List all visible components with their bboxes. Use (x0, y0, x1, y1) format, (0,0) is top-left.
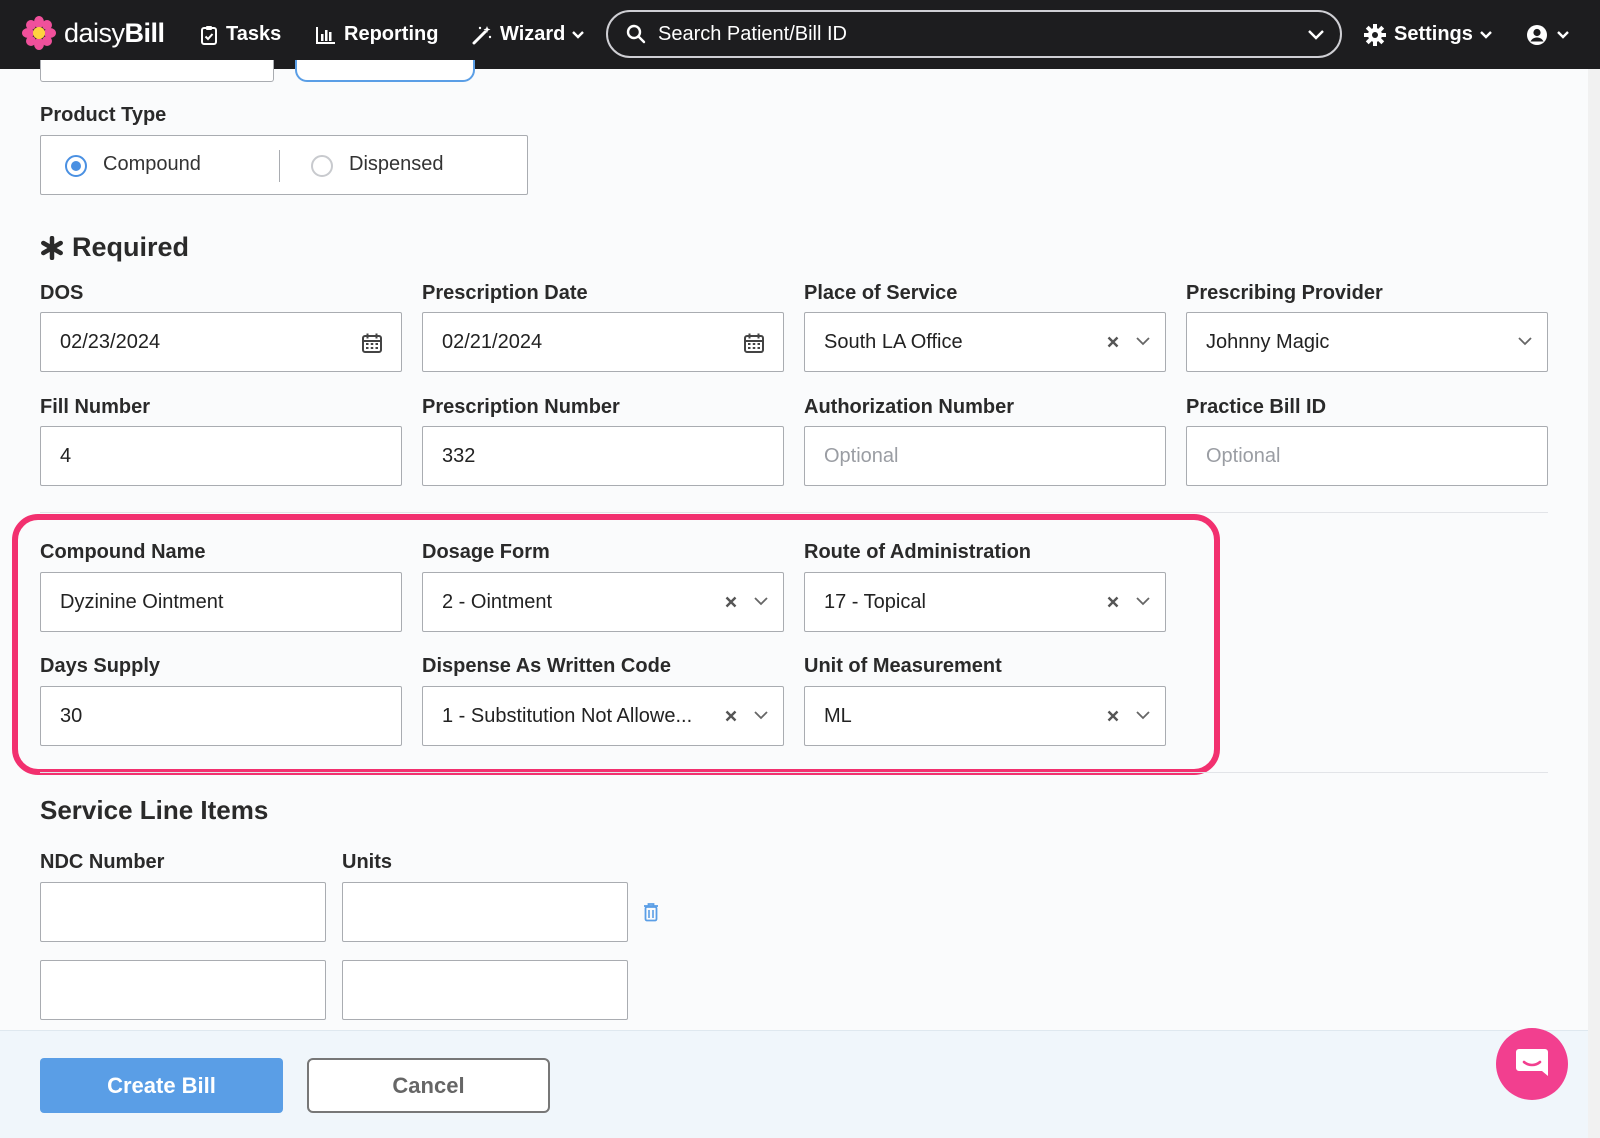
chevron-down-icon[interactable] (1135, 335, 1151, 347)
prescription-number-input[interactable]: 332 (422, 426, 784, 486)
authorization-number-label: Authorization Number (804, 396, 1014, 418)
top-nav: daisyBill Tasks Reporting Wizard Search … (0, 0, 1600, 69)
dos-label: DOS (40, 282, 84, 304)
authorization-number-input[interactable]: Optional (804, 426, 1166, 486)
prescription-date-input[interactable]: 02/21/2024 (422, 312, 784, 372)
service-line-items-title: Service Line Items (40, 795, 269, 825)
search-icon (626, 24, 646, 44)
chat-icon (1516, 1049, 1548, 1076)
radio-dispensed[interactable] (311, 155, 333, 177)
radio-separator (279, 150, 280, 182)
chevron-down-icon (1480, 30, 1492, 39)
partial-field-top (40, 60, 274, 82)
required-title-text: Required (72, 232, 190, 262)
radio-compound[interactable] (65, 155, 87, 177)
chevron-down-icon[interactable] (1517, 335, 1533, 347)
chevron-down-icon (572, 30, 585, 39)
prescribing-provider-value: Johnny Magic (1206, 330, 1330, 353)
product-type-radio-group: Compound Dispensed (40, 135, 528, 195)
nav-reporting[interactable]: Reporting (316, 0, 438, 69)
prescribing-provider-select[interactable]: Johnny Magic (1186, 312, 1548, 372)
cancel-button[interactable]: Cancel (307, 1058, 550, 1113)
place-of-service-select[interactable]: South LA Office (804, 312, 1166, 372)
practice-bill-id-label: Practice Bill ID (1186, 396, 1327, 418)
section-divider (40, 772, 1548, 773)
ndc-number-label: NDC Number (40, 851, 165, 873)
nav-tasks[interactable]: Tasks (200, 0, 281, 69)
dos-value: 02/23/2024 (60, 330, 161, 353)
daisy-logo-icon (22, 16, 56, 50)
place-of-service-value: South LA Office (824, 330, 963, 353)
product-type-label: Product Type (40, 104, 167, 126)
brand-name: daisyBill (64, 17, 165, 48)
ndc-number-input[interactable] (40, 882, 326, 942)
calendar-icon[interactable] (743, 332, 765, 354)
chevron-down-icon (1557, 30, 1569, 39)
search-dropdown-chevron-icon[interactable] (1306, 24, 1326, 44)
bar-chart-icon (316, 26, 335, 44)
magic-wand-icon (472, 25, 492, 44)
gear-icon (1364, 23, 1386, 46)
scrollbar-track[interactable] (1588, 69, 1600, 1138)
place-of-service-label: Place of Service (804, 282, 958, 304)
prescription-date-label: Prescription Date (422, 282, 588, 304)
calendar-icon[interactable] (361, 332, 383, 354)
chat-launcher-button[interactable] (1496, 1028, 1568, 1100)
authorization-number-placeholder: Optional (824, 444, 899, 467)
practice-bill-id-input[interactable]: Optional (1186, 426, 1548, 486)
search-bar[interactable]: Search Patient/Bill ID (606, 10, 1342, 58)
nav-reporting-label: Reporting (344, 23, 439, 45)
search-input[interactable]: Search Patient/Bill ID (658, 23, 847, 46)
asterisk-icon (41, 235, 63, 260)
prescription-date-value: 02/21/2024 (442, 330, 543, 353)
nav-settings-label: Settings (1394, 23, 1473, 45)
nav-tasks-label: Tasks (226, 23, 282, 45)
prescription-number-value: 332 (442, 444, 476, 467)
radio-dispensed-label[interactable]: Dispensed (349, 153, 444, 176)
nav-settings[interactable]: Settings (1364, 0, 1493, 69)
radio-compound-label[interactable]: Compound (103, 153, 201, 176)
create-bill-button[interactable]: Create Bill (40, 1058, 283, 1113)
units-label: Units (342, 851, 392, 873)
nav-wizard[interactable]: Wizard (472, 0, 585, 69)
required-section-title: Required (40, 232, 189, 263)
nav-wizard-label: Wizard (500, 23, 566, 45)
logo[interactable]: daisyBill (22, 16, 165, 50)
prescription-number-label: Prescription Number (422, 396, 620, 418)
units-input[interactable] (342, 882, 628, 942)
practice-bill-id-placeholder: Optional (1206, 444, 1281, 467)
section-divider (40, 512, 1548, 513)
trash-icon[interactable] (642, 902, 660, 922)
fill-number-label: Fill Number (40, 396, 151, 418)
fill-number-value: 4 (60, 444, 72, 467)
ndc-number-input[interactable] (40, 960, 326, 1020)
user-avatar-icon (1527, 24, 1547, 45)
clipboard-check-icon (201, 25, 217, 45)
prescribing-provider-label: Prescribing Provider (1186, 282, 1383, 304)
clear-icon[interactable] (1107, 336, 1119, 348)
user-menu[interactable] (1526, 0, 1570, 69)
fill-number-input[interactable]: 4 (40, 426, 402, 486)
units-input[interactable] (342, 960, 628, 1020)
partial-button-top (295, 60, 475, 82)
compound-fields-highlight (12, 514, 1220, 775)
dos-input[interactable]: 02/23/2024 (40, 312, 402, 372)
